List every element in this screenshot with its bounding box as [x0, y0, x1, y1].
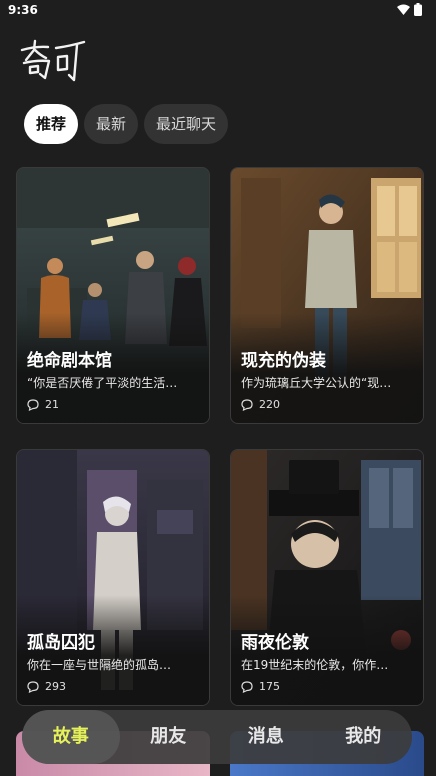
comment-count-value: 175 [259, 680, 280, 693]
category-tabs: 推荐 最新 最近聊天 [24, 104, 229, 144]
chat-bubble-icon [27, 398, 39, 411]
app-logo: 奇可 [20, 39, 86, 82]
nav-messages[interactable]: 消息 [217, 710, 315, 764]
story-title: 绝命剧本馆 [27, 351, 112, 371]
tab-recommended[interactable]: 推荐 [24, 104, 79, 144]
story-card[interactable]: 雨夜伦敦 在19世纪末的伦敦，你作… 175 [230, 449, 424, 706]
comment-count-value: 21 [45, 398, 59, 411]
story-card[interactable]: 绝命剧本馆 “你是否厌倦了平淡的生活… 21 [16, 167, 210, 424]
comment-count-value: 293 [45, 680, 66, 693]
tab-recent-chats[interactable]: 最近聊天 [144, 104, 229, 144]
story-description: “你是否厌倦了平淡的生活… [27, 376, 178, 390]
comment-count: 220 [241, 398, 280, 411]
comment-count: 293 [27, 680, 66, 693]
tab-latest[interactable]: 最新 [84, 104, 139, 144]
status-bar: 9:36 [0, 0, 436, 22]
status-icons [397, 3, 422, 16]
comment-count: 175 [241, 680, 280, 693]
comment-count: 21 [27, 398, 59, 411]
story-title: 雨夜伦敦 [241, 633, 309, 653]
story-card[interactable]: 孤岛囚犯 你在一座与世隔绝的孤岛… 293 [16, 449, 210, 706]
story-title: 现充的伪装 [241, 351, 326, 371]
nav-stories[interactable]: 故事 [22, 710, 120, 764]
chat-bubble-icon [241, 398, 253, 411]
nav-profile[interactable]: 我的 [315, 710, 413, 764]
nav-friends[interactable]: 朋友 [120, 710, 218, 764]
story-description: 你在一座与世隔绝的孤岛… [27, 658, 172, 672]
status-time: 9:36 [8, 3, 38, 17]
story-card[interactable]: 现充的伪装 作为琉璃丘大学公认的“现… 220 [230, 167, 424, 424]
bottom-nav: 故事 朋友 消息 我的 [22, 710, 412, 764]
story-description: 作为琉璃丘大学公认的“现… [241, 376, 392, 390]
comment-count-value: 220 [259, 398, 280, 411]
story-title: 孤岛囚犯 [27, 633, 95, 653]
wifi-icon [397, 4, 410, 15]
battery-icon [414, 3, 422, 16]
story-description: 在19世纪末的伦敦，你作… [241, 658, 389, 672]
chat-bubble-icon [27, 680, 39, 693]
chat-bubble-icon [241, 680, 253, 693]
